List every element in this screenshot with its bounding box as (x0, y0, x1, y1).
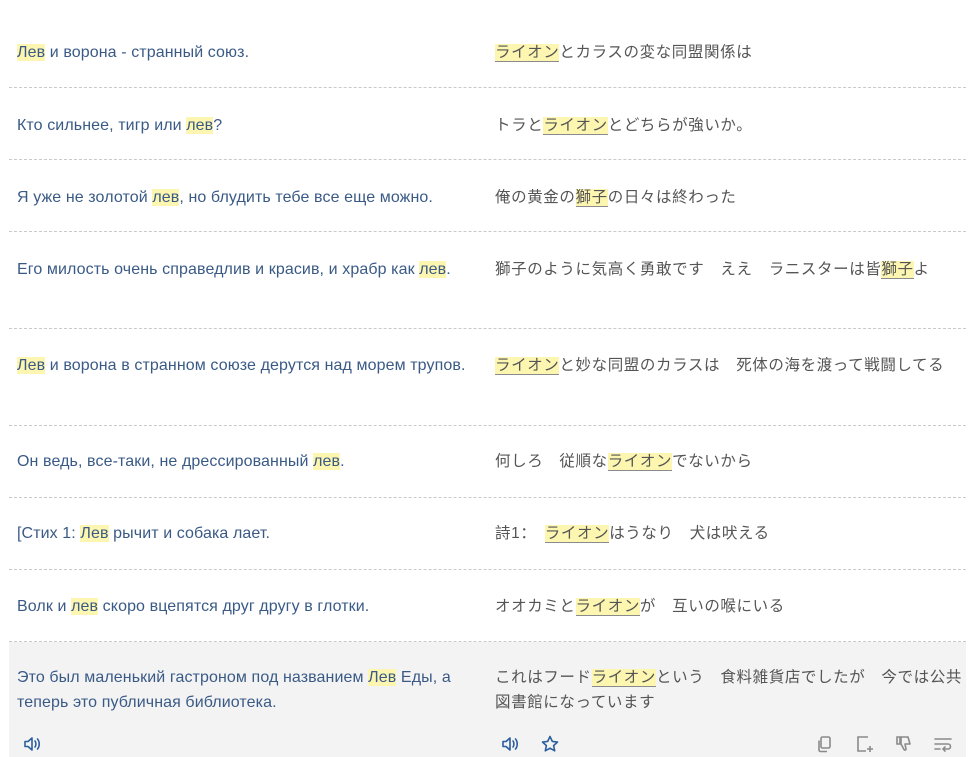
translation-text-segment: はうなり 犬は吠える (609, 525, 770, 542)
example-row[interactable]: Я уже не золотой лев, но блудить тебе вс… (9, 160, 966, 232)
source-sentence: Его милость очень справедлив и красив, и… (17, 257, 479, 282)
translation-text-segment: オオカミと (495, 598, 576, 615)
source-sentence: Это был маленький гастроном под название… (17, 665, 479, 715)
translation-text-segment: が 互いの喉にいる (639, 598, 785, 615)
translated-sentence: 何しろ 従順なライオンでないから (495, 449, 963, 474)
highlighted-translation-term: ライオン (544, 525, 610, 543)
add-to-list-icon[interactable] (854, 734, 874, 754)
translated-sentence: ライオンと妙な同盟のカラスは 死体の海を渡って戦闘してる (495, 353, 963, 378)
source-sentence: Волк и лев скоро вцепятся друг другу в г… (17, 594, 479, 619)
source-text-segment: и ворона - странный союз. (45, 44, 250, 61)
example-row[interactable]: Его милость очень справедлив и красив, и… (9, 232, 966, 329)
highlighted-source-term: лев (186, 117, 214, 134)
highlighted-source-term: лев (152, 189, 180, 206)
translation-text-segment: トラと (495, 117, 544, 134)
copy-icon[interactable] (814, 734, 834, 754)
highlighted-source-term: Лев (368, 669, 397, 686)
translated-sentence: 詩1： ライオンはうなり 犬は吠える (495, 521, 963, 546)
translated-sentence: トラとライオンとどちらが強いか。 (495, 113, 963, 138)
example-row[interactable]: Он ведь, все-таки, не дрессированный лев… (9, 426, 966, 498)
highlighted-translation-term: ライオン (575, 598, 640, 616)
speaker-icon[interactable] (22, 734, 42, 754)
source-text-segment: Это был маленький гастроном под название… (17, 669, 369, 686)
source-sentence: Кто сильнее, тигр или лев? (17, 113, 479, 138)
translation-text-segment: 獅子のように気高く勇敢です ええ ラニスターは皆 (495, 261, 882, 278)
example-row[interactable]: Волк и лев скоро вцепятся друг другу в г… (9, 570, 966, 642)
wrap-lines-icon[interactable] (933, 734, 953, 754)
translation-text-segment: よ (913, 261, 930, 278)
highlighted-translation-term: ライオン (543, 117, 608, 135)
star-icon[interactable] (540, 734, 560, 754)
translation-text-segment: の日々は終わった (607, 189, 737, 206)
example-row[interactable]: [Стих 1: Лев рычит и собака лает. 詩1： ライオ… (9, 498, 966, 570)
translation-text-segment: 俺の黄金の (495, 189, 576, 206)
source-text-segment: Он ведь, все-таки, не дрессированный (17, 453, 314, 470)
translation-text-segment: でないから (672, 453, 753, 470)
source-text-segment: , но блудить тебе все еще можно. (179, 189, 433, 206)
translated-sentence: ライオンとカラスの変な同盟関係は (495, 40, 963, 65)
source-text-segment: . (340, 453, 345, 470)
highlighted-source-term: лев (313, 453, 341, 470)
source-text-segment: Волк и (17, 598, 72, 615)
source-text-segment: Его милость очень справедлив и красив, и… (17, 261, 420, 278)
highlighted-translation-term: ライオン (495, 44, 560, 62)
example-row[interactable]: Лев и ворона - странный союз. ライオンとカラスの変な… (9, 0, 966, 88)
source-text-segment: ? (213, 117, 223, 134)
source-sentence: Лев и ворона - странный союз. (17, 40, 479, 65)
highlighted-source-term: Лев (17, 44, 46, 61)
highlighted-translation-term: ライオン (591, 669, 657, 687)
highlighted-source-term: лев (419, 261, 447, 278)
source-text-segment: и ворона в странном союзе дерутся над мо… (45, 357, 466, 374)
highlighted-translation-term: ライオン (607, 453, 673, 471)
highlighted-source-term: лев (71, 598, 99, 615)
translated-sentence: これはフードライオンという 食料雑貨店でしたが 今では公共図書館になっています (495, 665, 963, 715)
source-sentence: [Стих 1: Лев рычит и собака лает. (17, 521, 479, 546)
example-row[interactable]: Лев и ворона в странном союзе дерутся на… (9, 329, 966, 426)
translation-text-segment: 詩1： (495, 525, 545, 542)
source-sentence: Лев и ворона в странном союзе дерутся на… (17, 353, 479, 378)
source-sentence: Он ведь, все-таки, не дрессированный лев… (17, 449, 479, 474)
translated-sentence: 獅子のように気高く勇敢です ええ ラニスターは皆獅子よ (495, 257, 963, 282)
translated-sentence: 俺の黄金の獅子の日々は終わった (495, 185, 963, 210)
source-text-segment: Я уже не золотой (17, 189, 153, 206)
source-text-segment: [Стих 1: (17, 525, 81, 542)
translation-text-segment: とどちらが強いか。 (607, 117, 753, 134)
speaker-icon[interactable] (500, 734, 520, 754)
source-sentence: Я уже не золотой лев, но блудить тебе вс… (17, 185, 479, 210)
translated-sentence: オオカミとライオンが 互いの喉にいる (495, 594, 963, 619)
highlighted-translation-term: 獅子 (575, 189, 608, 207)
highlighted-translation-term: 獅子 (881, 261, 914, 279)
translation-text-segment: と妙な同盟のカラスは 死体の海を渡って戦闘してる (559, 357, 945, 374)
source-text-segment: Кто сильнее, тигр или (17, 117, 187, 134)
translation-text-segment: これはフード (495, 669, 592, 686)
translation-text-segment: とカラスの変な同盟関係は (559, 44, 753, 61)
source-text-segment: . (446, 261, 451, 278)
translation-text-segment: 何しろ 従順な (495, 453, 608, 470)
source-text-segment: рычит и собака лает. (108, 525, 271, 542)
highlighted-source-term: Лев (80, 525, 109, 542)
example-row[interactable]: Кто сильнее, тигр или лев? トラとライオンとどちらが強い… (9, 88, 966, 160)
thumbs-down-icon[interactable] (894, 734, 914, 754)
highlighted-source-term: Лев (17, 357, 46, 374)
highlighted-translation-term: ライオン (495, 357, 560, 375)
source-text-segment: скоро вцепятся друг другу в глотки. (98, 598, 370, 615)
